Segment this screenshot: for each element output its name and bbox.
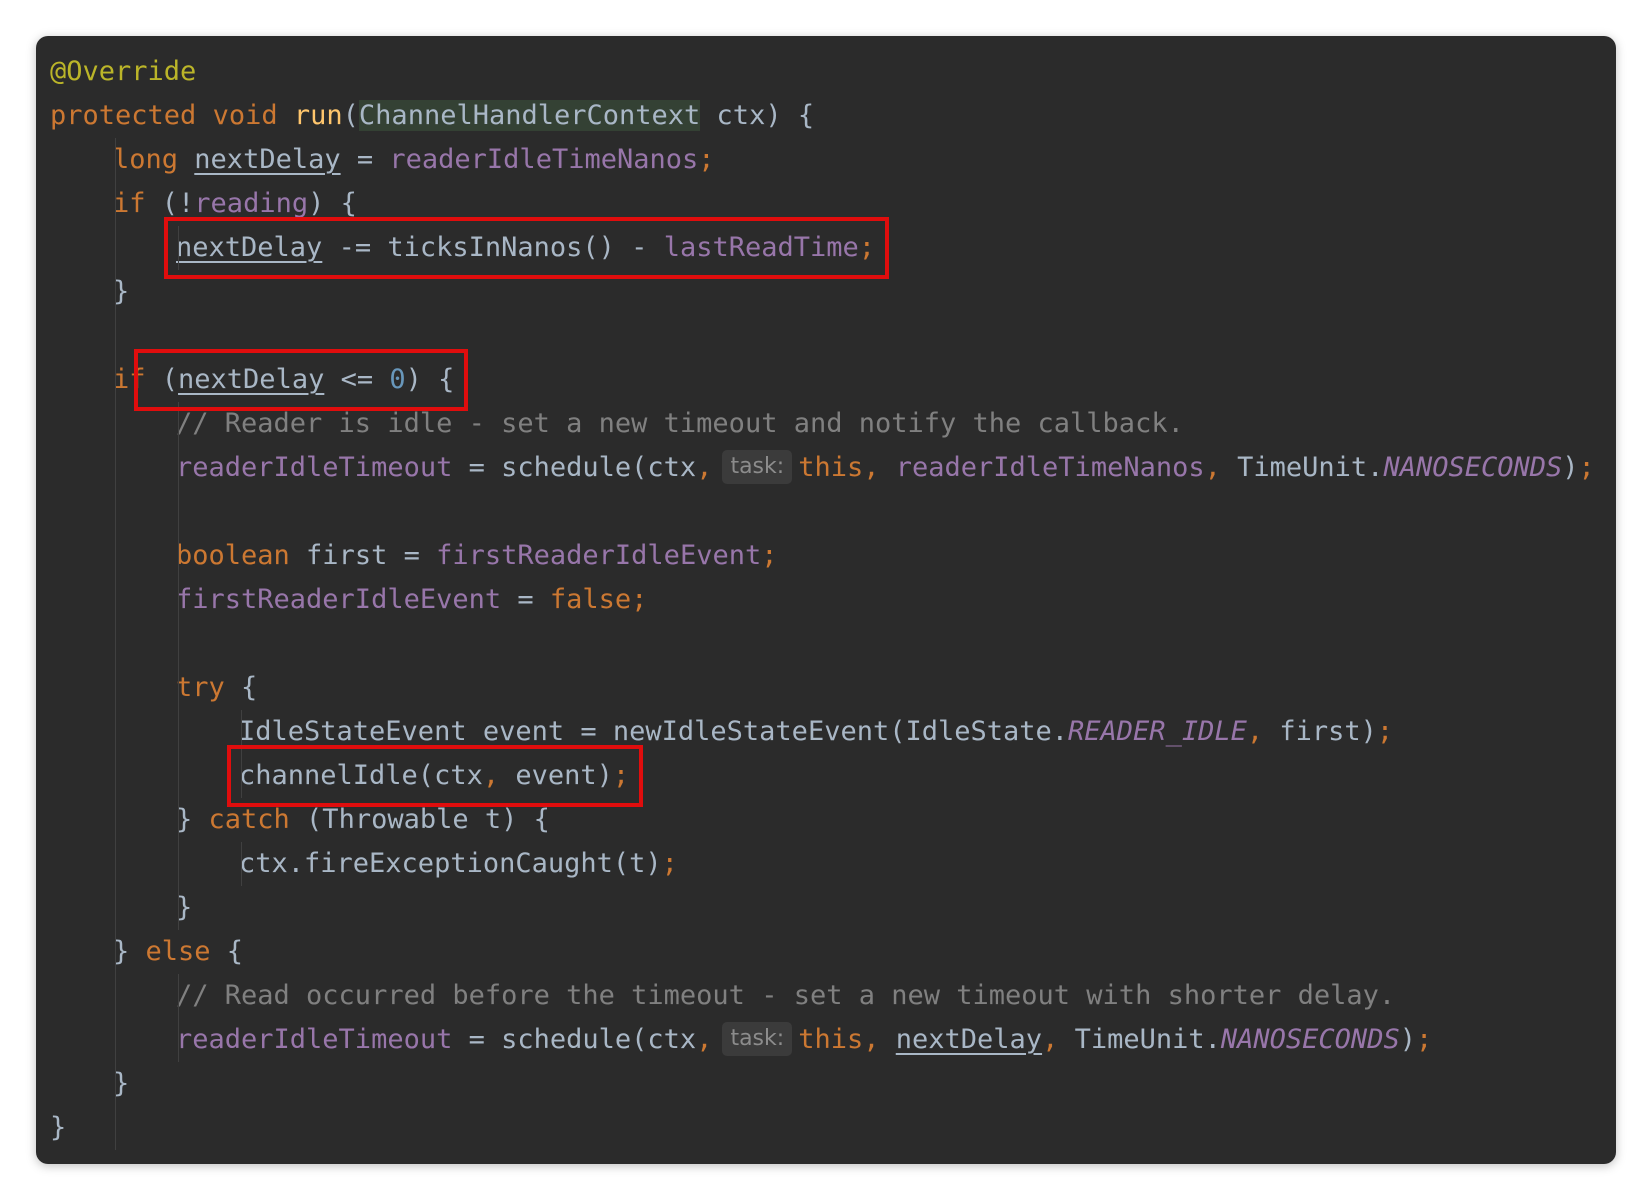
code-token: if xyxy=(113,188,146,219)
code-token: firstReaderIdleEvent xyxy=(436,540,762,571)
code-token: , xyxy=(1042,1024,1059,1055)
code-token: , xyxy=(696,1024,713,1055)
code-token: = xyxy=(501,584,550,615)
code-token: } xyxy=(113,936,146,967)
code-token: ctx) { xyxy=(700,100,815,131)
code-token: // Read occurred before the timeout - se… xyxy=(176,980,1396,1011)
code-line: // Read occurred before the timeout - se… xyxy=(176,974,1395,1018)
indent-guide xyxy=(115,138,116,1150)
code-editor[interactable]: @Override protected void run(ChannelHandl… xyxy=(36,36,1616,1164)
code-token: this xyxy=(798,452,864,483)
code-token: = schedule(ctx xyxy=(452,1024,697,1055)
code-token: (Throwable t) { xyxy=(289,804,550,835)
code-token: ) xyxy=(1562,452,1579,483)
code-token: try xyxy=(176,672,225,703)
code-token: = xyxy=(340,144,390,175)
code-token: first) xyxy=(1263,716,1377,747)
code-token: readerIdleTimeNanos xyxy=(389,144,699,175)
code-token: TimeUnit. xyxy=(1220,452,1384,483)
code-token: ; xyxy=(1415,1024,1433,1055)
code-line: } else { xyxy=(113,930,243,974)
indent-guide xyxy=(178,974,179,1062)
code-token: firstReaderIdleEvent xyxy=(176,584,502,615)
code-token: @Override xyxy=(50,56,197,87)
indent-guide xyxy=(241,842,242,886)
code-token: ) { xyxy=(308,188,357,219)
code-token: else xyxy=(145,936,211,967)
code-token: long xyxy=(113,144,179,175)
code-token: , xyxy=(863,1024,880,1055)
parameter-hint: task: xyxy=(722,450,793,484)
code-token: nextDelay xyxy=(194,144,341,175)
highlight-box xyxy=(227,745,644,807)
code-token: } xyxy=(176,804,209,835)
code-token: false xyxy=(549,584,632,615)
code-token: // Reader is idle - set a new timeout an… xyxy=(176,408,1184,439)
code-token: protected xyxy=(50,100,197,131)
code-line: protected void run(ChannelHandlerContext… xyxy=(50,94,814,138)
code-token: reading xyxy=(194,188,309,219)
code-token: readerIdleTimeout xyxy=(176,452,453,483)
code-token: (! xyxy=(145,188,195,219)
code-token: { xyxy=(210,936,244,967)
code-token: , xyxy=(696,452,713,483)
code-token: first = xyxy=(289,540,437,571)
code-token: NANOSECONDS xyxy=(1383,452,1563,483)
code-token: ; xyxy=(1578,452,1595,483)
code-token: = schedule(ctx xyxy=(452,452,697,483)
code-token: boolean xyxy=(176,540,290,571)
code-line: @Override xyxy=(50,50,196,94)
code-token: this xyxy=(798,1024,864,1055)
highlight-box xyxy=(133,349,469,411)
code-token: catch xyxy=(208,804,290,835)
code-token: ctx.fireExceptionCaught(t) xyxy=(239,848,662,879)
code-token: ; xyxy=(631,584,648,615)
code-token: ChannelHandlerContext xyxy=(358,100,701,131)
highlight-box xyxy=(164,217,890,279)
code-token: ) xyxy=(1399,1024,1416,1055)
code-line: firstReaderIdleEvent = false; xyxy=(176,578,647,622)
code-token: void xyxy=(212,100,278,131)
code-line: boolean first = firstReaderIdleEvent; xyxy=(176,534,777,578)
code-line: } xyxy=(50,1106,66,1150)
code-token: ; xyxy=(661,848,678,879)
code-token: TimeUnit. xyxy=(1058,1024,1221,1055)
code-token: readerIdleTimeNanos xyxy=(895,452,1205,483)
code-token: , xyxy=(1246,716,1264,747)
parameter-hint: task: xyxy=(722,1022,793,1056)
code-token: nextDelay xyxy=(895,1024,1043,1055)
indent-guide xyxy=(178,402,179,930)
code-token: readerIdleTimeout xyxy=(176,1024,453,1055)
code-token: ; xyxy=(761,540,778,571)
code-line: readerIdleTimeout = schedule(ctx, task: th… xyxy=(176,446,1595,490)
code-token: ; xyxy=(1376,716,1394,747)
code-token: ; xyxy=(698,144,715,175)
code-token: IdleStateEvent event = newIdleStateEvent… xyxy=(239,716,1069,747)
code-line: try { xyxy=(176,666,257,710)
code-token: , xyxy=(863,452,880,483)
code-line: long nextDelay = readerIdleTimeNanos; xyxy=(113,138,715,182)
code-line: readerIdleTimeout = schedule(ctx, task: th… xyxy=(176,1018,1432,1062)
code-token: READER_IDLE xyxy=(1068,716,1247,747)
code-token: run xyxy=(293,100,343,131)
code-token: , xyxy=(1204,452,1221,483)
code-line: ctx.fireExceptionCaught(t); xyxy=(239,842,678,886)
code-token: ( xyxy=(342,100,359,131)
code-token: } xyxy=(50,1112,67,1143)
code-token: NANOSECONDS xyxy=(1220,1024,1400,1055)
code-token: { xyxy=(224,672,258,703)
